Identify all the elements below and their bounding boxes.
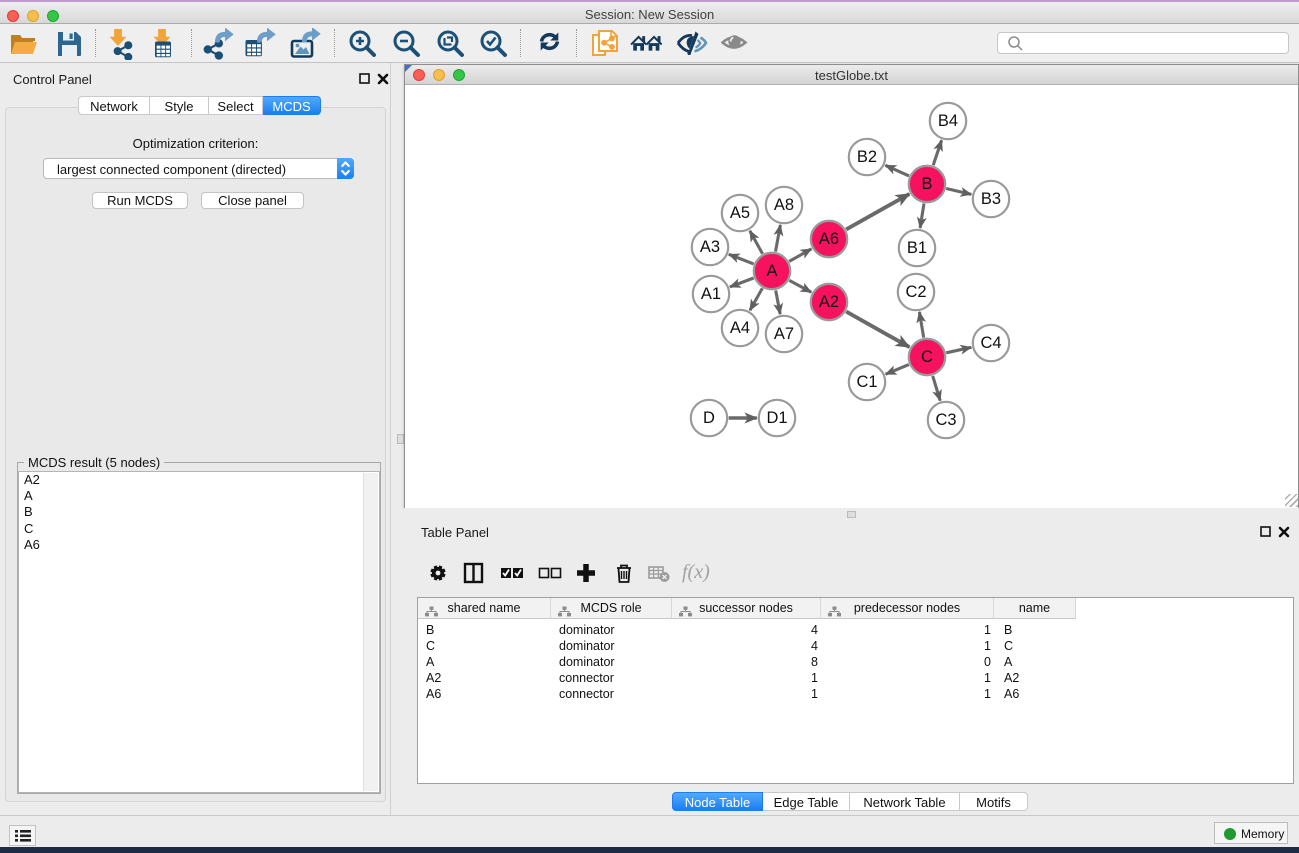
svg-text:B4: B4 xyxy=(938,112,958,130)
svg-text:A3: A3 xyxy=(700,238,720,256)
svg-text:D: D xyxy=(703,409,715,427)
svg-text:B2: B2 xyxy=(857,148,877,166)
svg-text:A4: A4 xyxy=(730,319,750,337)
svg-text:C1: C1 xyxy=(856,373,877,391)
svg-text:B3: B3 xyxy=(981,190,1001,208)
svg-text:C: C xyxy=(921,348,933,366)
svg-text:D1: D1 xyxy=(766,409,787,427)
svg-text:A1: A1 xyxy=(701,285,721,303)
svg-text:A7: A7 xyxy=(774,325,794,343)
svg-text:B: B xyxy=(921,175,932,193)
svg-text:B1: B1 xyxy=(907,239,927,257)
svg-text:A8: A8 xyxy=(774,196,794,214)
svg-text:C3: C3 xyxy=(935,411,956,429)
svg-text:A5: A5 xyxy=(730,204,750,222)
svg-text:C4: C4 xyxy=(980,334,1001,352)
svg-text:A6: A6 xyxy=(819,230,839,248)
svg-text:A: A xyxy=(766,262,777,280)
svg-text:A2: A2 xyxy=(819,293,839,311)
svg-text:C2: C2 xyxy=(905,283,926,301)
